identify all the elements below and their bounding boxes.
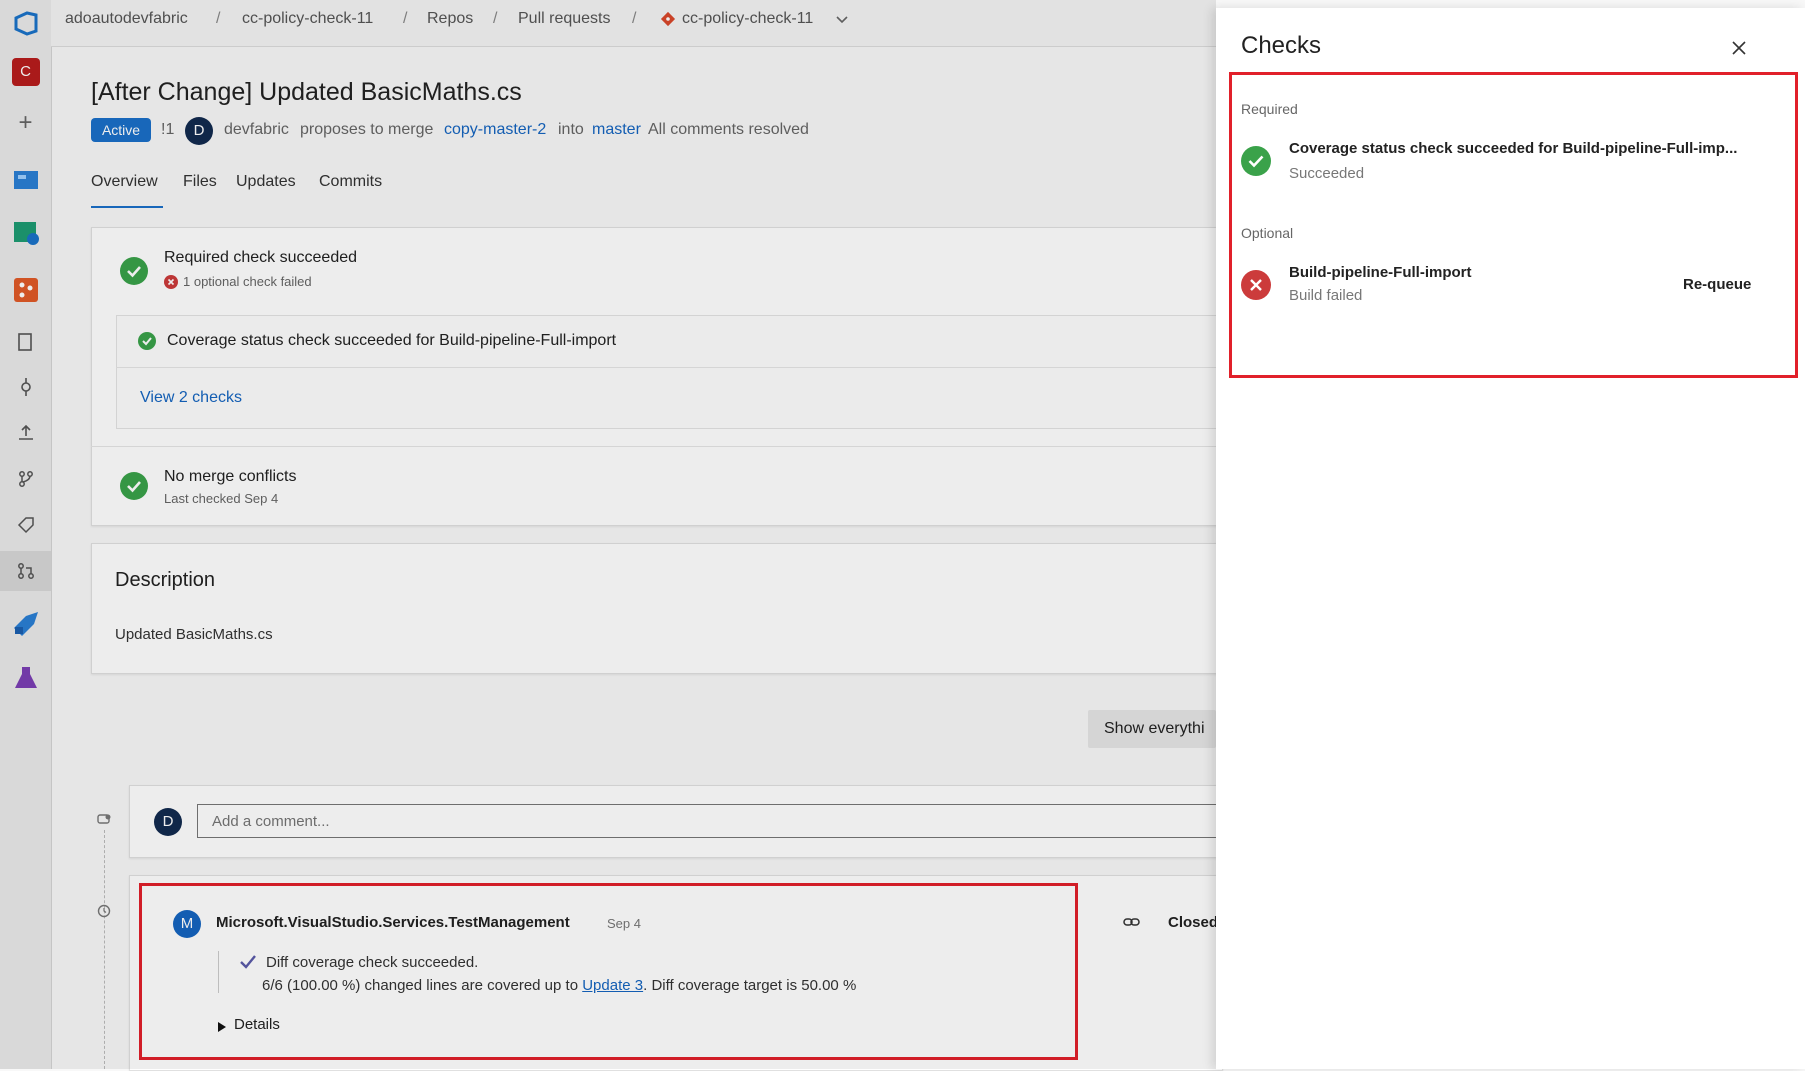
- merge-status-subtitle: Last checked Sep 4: [164, 491, 279, 506]
- requeue-button[interactable]: Re-queue: [1683, 276, 1751, 293]
- description-heading: Description: [115, 569, 216, 591]
- optional-check-status: Build failed: [1289, 287, 1363, 304]
- checks-panel: Checks Required Coverage status check su…: [1216, 8, 1805, 1069]
- test-boards-icon[interactable]: [0, 213, 51, 253]
- target-branch-link[interactable]: master: [592, 121, 641, 139]
- pr-into-text: into: [558, 121, 584, 138]
- expand-triangle-icon[interactable]: [217, 1020, 227, 1038]
- details-toggle[interactable]: Details: [234, 1016, 280, 1033]
- merge-status-title: No merge conflicts: [164, 468, 297, 485]
- coverage-check-text: Coverage status check succeeded for Buil…: [167, 332, 617, 349]
- divider: [91, 446, 1221, 447]
- breadcrumb-repos[interactable]: Repos: [427, 10, 473, 28]
- commenter-avatar: D: [154, 808, 182, 836]
- checkmark-icon: [239, 954, 257, 975]
- thread-status[interactable]: Closed: [1168, 914, 1218, 931]
- optional-failed-text: 1 optional check failed: [183, 274, 312, 289]
- quote-bar: [218, 951, 219, 993]
- pr-id: !1: [161, 121, 175, 138]
- breadcrumb-org[interactable]: adoautodevfabric: [65, 10, 188, 28]
- azure-devops-logo-icon[interactable]: [0, 3, 51, 43]
- merge-success-icon: [120, 472, 148, 500]
- required-section-label: Required: [1241, 101, 1298, 117]
- git-repo-icon: [660, 11, 676, 32]
- show-everything-button[interactable]: Show everythi: [1088, 710, 1216, 748]
- optional-check-name[interactable]: Build-pipeline-Full-import: [1289, 264, 1471, 281]
- add-icon[interactable]: +: [0, 103, 51, 143]
- required-check-title: Required check succeeded: [164, 249, 358, 266]
- timeline-line: [104, 830, 106, 1069]
- chevron-down-icon[interactable]: [835, 12, 849, 31]
- org-avatar[interactable]: C: [0, 52, 51, 92]
- tab-underline: [91, 206, 163, 208]
- divider: [116, 367, 1221, 368]
- comment-timeline-icon: [96, 812, 112, 833]
- description-card: [91, 543, 1223, 674]
- tab-overview[interactable]: Overview: [91, 173, 158, 191]
- required-check-name[interactable]: Coverage status check succeeded for Buil…: [1289, 140, 1737, 157]
- author-avatar[interactable]: D: [185, 117, 213, 145]
- pr-proposes-text: proposes to merge: [300, 121, 434, 138]
- boards-icon[interactable]: [0, 160, 51, 200]
- comments-status: All comments resolved: [648, 121, 809, 138]
- branches-icon[interactable]: [0, 459, 51, 499]
- status-badge: Active: [91, 118, 151, 142]
- optional-section-label: Optional: [1241, 225, 1294, 241]
- comment-input[interactable]: [197, 804, 1217, 838]
- close-icon[interactable]: [1731, 40, 1747, 61]
- pushes-icon[interactable]: [0, 413, 51, 453]
- optional-check-failed-icon: [1241, 270, 1271, 300]
- pull-requests-icon[interactable]: [0, 551, 51, 591]
- view-checks-link[interactable]: View 2 checks: [140, 389, 242, 407]
- tab-commits[interactable]: Commits: [319, 173, 382, 191]
- thread-line1: Diff coverage check succeeded.: [266, 954, 479, 971]
- required-check-success-icon: [1241, 146, 1271, 176]
- repos-icon[interactable]: [0, 270, 51, 310]
- checks-highlight-box: [1229, 72, 1798, 378]
- breadcrumb-pull-requests[interactable]: Pull requests: [518, 10, 611, 28]
- checks-panel-title: Checks: [1241, 32, 1322, 59]
- breadcrumb-project[interactable]: cc-policy-check-11: [242, 10, 373, 28]
- page-title: [After Change] Updated BasicMaths.cs: [91, 78, 522, 106]
- required-check-status: Succeeded: [1289, 165, 1365, 182]
- status-timeline-icon: [96, 903, 112, 924]
- pipelines-icon[interactable]: [0, 603, 51, 643]
- update-link[interactable]: Update 3: [582, 977, 643, 994]
- coverage-success-icon: [138, 332, 156, 350]
- tab-files[interactable]: Files: [183, 173, 217, 191]
- thread-line2: 6/6 (100.00 %) changed lines are covered…: [262, 977, 857, 994]
- bot-avatar: M: [173, 910, 201, 938]
- left-rail: C +: [0, 0, 52, 1069]
- commits-icon[interactable]: [0, 367, 51, 407]
- required-success-icon: [120, 257, 148, 285]
- source-branch-link[interactable]: copy-master-2: [444, 121, 546, 139]
- breadcrumb-repo[interactable]: cc-policy-check-11: [682, 10, 813, 28]
- files-icon[interactable]: [0, 322, 51, 362]
- highlight-box: [139, 883, 1078, 1060]
- pr-author[interactable]: devfabric: [224, 121, 289, 139]
- tags-icon[interactable]: [0, 505, 51, 545]
- top-bar: adoautodevfabric / cc-policy-check-11 / …: [51, 0, 1216, 47]
- optional-failed-icon: [164, 275, 178, 289]
- thread-date: Sep 4: [607, 916, 641, 931]
- tab-updates[interactable]: Updates: [236, 173, 296, 191]
- test-plans-icon[interactable]: [0, 658, 51, 698]
- thread-author: Microsoft.VisualStudio.Services.TestMana…: [216, 914, 570, 931]
- link-icon[interactable]: [1123, 915, 1141, 934]
- description-body: Updated BasicMaths.cs: [115, 626, 273, 643]
